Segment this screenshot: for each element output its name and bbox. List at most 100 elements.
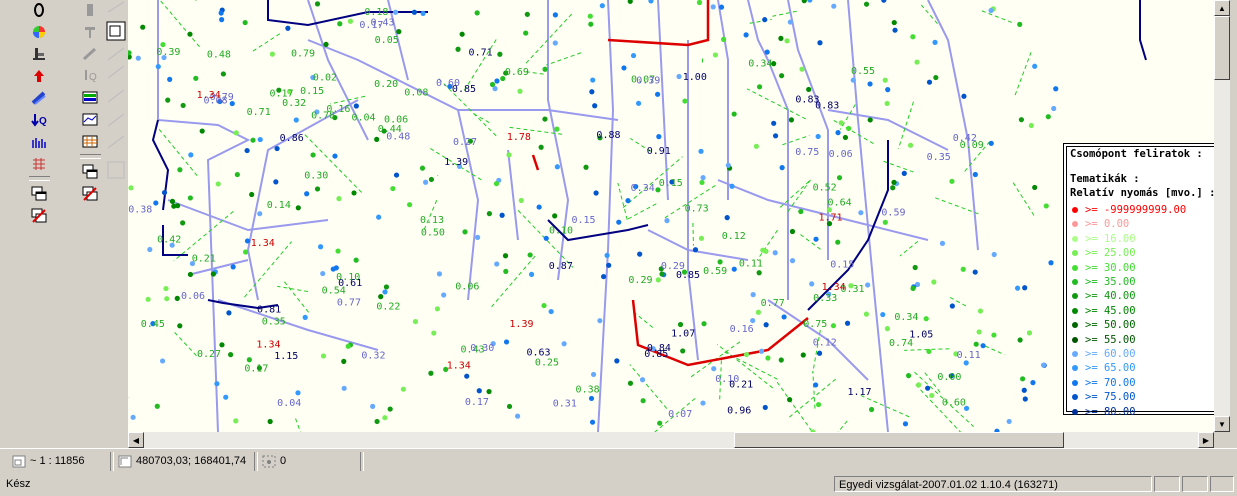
network-node	[1032, 184, 1038, 191]
network-node	[441, 292, 447, 298]
hydrant-button[interactable]	[28, 44, 50, 64]
panel-button[interactable]	[79, 88, 101, 108]
flow-line	[899, 241, 919, 257]
flow-label: 0.79	[291, 48, 315, 59]
network-node	[991, 332, 997, 338]
network-map[interactable]: 0.16 0.06 0.11 0.04 0.10 0.48 0.42 0.07 0.15 0.79…	[128, 0, 1214, 432]
network-node	[816, 350, 823, 356]
flow-label: 0.35	[262, 317, 286, 328]
scale-icon	[12, 455, 26, 467]
downarrow-q-icon: Q	[31, 114, 47, 127]
pipe-line	[307, 39, 619, 121]
network-node	[541, 302, 547, 309]
network-node	[304, 191, 310, 197]
network-node	[474, 10, 480, 16]
network-node	[552, 213, 558, 219]
network-node	[846, 125, 852, 132]
histogram-button[interactable]	[28, 132, 50, 152]
q-tool-button[interactable]: Q	[79, 66, 101, 86]
tool-c-button[interactable]	[79, 44, 101, 64]
flow-label: 0.78	[311, 111, 335, 122]
network-node	[517, 88, 523, 94]
tool-a-button[interactable]	[79, 0, 101, 20]
pipe-button[interactable]	[28, 88, 50, 108]
flow-line	[155, 124, 198, 177]
flow-q-button[interactable]: Q	[28, 110, 50, 130]
tool-b-button[interactable]	[79, 22, 101, 42]
windows-button[interactable]	[28, 184, 50, 204]
network-node	[128, 50, 132, 56]
network-node	[891, 19, 897, 26]
network-node	[753, 143, 760, 149]
flow-line	[772, 10, 797, 17]
horizontal-scrollbar[interactable]: ◀ ▶	[128, 432, 1214, 448]
network-node	[1017, 21, 1023, 27]
network-node	[764, 49, 770, 55]
network-node	[210, 271, 216, 277]
network-node	[724, 214, 730, 221]
scroll-down-button[interactable]: ▼	[1214, 416, 1230, 432]
layers-grid-button[interactable]	[79, 132, 101, 152]
network-node	[625, 198, 631, 204]
vertical-scroll-thumb[interactable]	[1214, 16, 1230, 80]
pipe-network-canvas[interactable]: 0.16 0.06 0.11 0.04 0.10 0.48 0.42 0.07 0.15 0.79…	[128, 0, 1214, 432]
network-node	[991, 251, 997, 258]
cancel-windows-button-2[interactable]	[79, 184, 101, 204]
flow-label: 0.17	[244, 363, 268, 374]
network-node	[554, 164, 560, 170]
network-node	[809, 281, 815, 287]
network-node	[721, 36, 727, 42]
flow-line	[776, 381, 814, 432]
flow-label: 0.11	[739, 258, 763, 269]
grid-button[interactable]	[28, 154, 50, 174]
network-node	[587, 13, 593, 19]
pipe-label: 0.35	[927, 152, 951, 163]
scroll-right-button[interactable]: ▶	[1198, 432, 1214, 448]
size-grip[interactable]	[1210, 476, 1234, 492]
red-pipe-line	[531, 154, 540, 171]
arrow-right-icon: ▶	[1202, 435, 1210, 445]
fire-hydrant-icon	[33, 48, 45, 60]
cross-section-button[interactable]	[79, 110, 101, 130]
cancel-windows-button[interactable]	[28, 206, 50, 226]
scroll-left-button[interactable]: ◀	[128, 432, 144, 448]
pipe-label: 0.17	[465, 397, 489, 408]
network-node	[428, 176, 435, 183]
scale-cell[interactable]: ~ 1 : 11856	[12, 453, 85, 469]
pressure-label: 1.71	[818, 213, 842, 224]
network-node	[1018, 117, 1025, 123]
legend-label: >= 35.00	[1085, 276, 1136, 288]
network-node	[907, 142, 914, 148]
network-node	[813, 236, 819, 242]
pressure-up-button[interactable]	[28, 66, 50, 86]
network-node	[789, 228, 796, 235]
network-node	[180, 102, 186, 109]
main-pipe-label: 0.91	[647, 146, 671, 157]
scroll-up-button[interactable]: ▲	[1214, 0, 1230, 16]
flow-line	[915, 384, 962, 432]
network-node	[692, 247, 699, 253]
coords-value: 480703,03; 168401,74	[136, 455, 247, 467]
windows-stack-icon	[31, 186, 47, 201]
flow-line	[1012, 182, 1035, 216]
network-node	[914, 59, 920, 65]
network-node	[881, 0, 887, 3]
network-node	[926, 79, 933, 85]
vertical-scrollbar[interactable]: ▲ ▼	[1214, 0, 1230, 432]
network-node	[756, 270, 762, 276]
network-node	[891, 179, 897, 185]
legend-item: >= 80.00	[1072, 406, 1136, 418]
network-node	[592, 103, 598, 109]
pipe-label: 0.12	[813, 338, 837, 349]
pie-chart-button[interactable]	[28, 22, 50, 42]
legend-dot-icon	[1072, 235, 1078, 242]
network-node	[538, 144, 544, 150]
legend-subtitle: Tematikák :	[1070, 173, 1140, 185]
horizontal-scroll-thumb[interactable]	[734, 432, 1064, 448]
cross-section-icon	[82, 113, 98, 126]
network-node	[1028, 122, 1034, 129]
pipe-label: 0.04	[277, 398, 301, 409]
windows-button-2[interactable]	[79, 162, 101, 182]
zero-tool-button[interactable]	[28, 0, 50, 20]
legend-item: >= 75.00	[1072, 391, 1136, 403]
